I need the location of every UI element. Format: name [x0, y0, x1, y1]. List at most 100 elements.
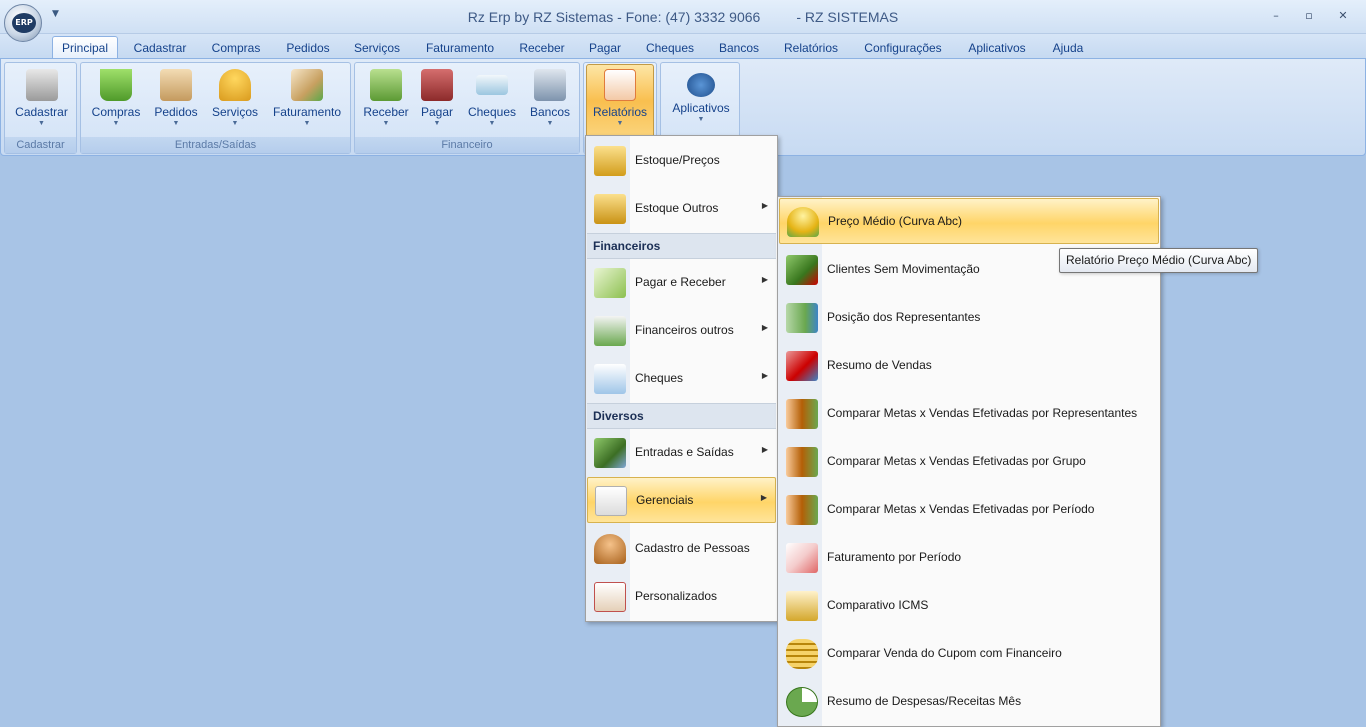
menu-item-preco-medio[interactable]: Preço Médio (Curva Abc) — [779, 198, 1159, 244]
servicos-button[interactable]: Serviços ▼ — [207, 65, 263, 137]
cheques-button-label: Cheques — [467, 105, 517, 119]
tooltip: Relatório Preço Médio (Curva Abc) — [1059, 248, 1259, 273]
aplicativos-button[interactable]: Aplicativos ▼ — [667, 65, 735, 137]
relatorios-menu: Estoque/Preços Estoque Outros ▶ Financei… — [585, 135, 778, 622]
group-label-financeiro: Financeiro — [355, 137, 579, 153]
dropdown-arrow-icon: ▼ — [112, 120, 120, 127]
erp-logo-icon: ERP — [12, 13, 36, 33]
bar-person-icon — [786, 303, 818, 333]
menu-item-cadastro-pessoas[interactable]: Cadastro de Pessoas — [587, 526, 776, 572]
pagar-button[interactable]: Pagar ▼ — [415, 65, 459, 137]
submenu-arrow-icon: ▶ — [761, 445, 768, 454]
cadastrar-button[interactable]: Cadastrar ▼ — [10, 65, 73, 137]
cheque-icon — [476, 75, 508, 95]
menu-item-entradas-saidas[interactable]: Entradas e Saídas ▶ — [587, 430, 776, 476]
gerenciais-submenu: Preço Médio (Curva Abc) Clientes Sem Mov… — [777, 196, 1161, 727]
menu-item-pagar-receber[interactable]: Pagar e Receber ▶ — [587, 260, 776, 306]
tab-ajuda[interactable]: Ajuda — [1044, 39, 1092, 59]
line-chart-icon — [595, 486, 627, 516]
calculator-money-icon — [594, 268, 626, 298]
coin-person-icon — [787, 207, 819, 237]
compras-button[interactable]: Compras ▼ — [87, 65, 145, 137]
tab-configuracoes[interactable]: Configurações — [856, 39, 950, 59]
cheque-icon — [594, 364, 626, 394]
tab-pedidos[interactable]: Pedidos — [280, 39, 336, 59]
coins-icon — [786, 639, 818, 669]
tab-servicos[interactable]: Serviços — [348, 39, 406, 59]
group-label-cadastrar: Cadastrar — [5, 137, 76, 153]
window-title: Rz Erp by RZ Sistemas - Fone: (47) 3332 … — [0, 9, 1366, 25]
bancos-button[interactable]: Bancos ▼ — [525, 65, 575, 137]
tab-bancos[interactable]: Bancos — [712, 39, 766, 59]
compras-button-label: Compras — [91, 105, 141, 119]
bank-icon — [534, 69, 566, 101]
dropdown-arrow-icon: ▼ — [38, 120, 45, 127]
submenu-arrow-icon: ▶ — [761, 275, 768, 284]
title-bar: ▼ Rz Erp by RZ Sistemas - Fone: (47) 333… — [0, 0, 1366, 34]
menu-item-venda-cupom-financeiro[interactable]: Comparar Venda do Cupom com Financeiro — [779, 631, 1159, 677]
menu-item-estoque-precos[interactable]: Estoque/Preços — [587, 138, 776, 184]
menu-item-label: Cadastro de Pessoas — [635, 541, 750, 555]
tab-faturamento[interactable]: Faturamento — [418, 39, 502, 59]
money-in-icon — [370, 69, 402, 101]
minimize-button[interactable]: – — [1265, 8, 1287, 24]
invoice-clock-icon — [786, 543, 818, 573]
servicos-button-label: Serviços — [211, 105, 258, 119]
receber-button[interactable]: Receber ▼ — [361, 65, 411, 137]
dropdown-arrow-icon: ▼ — [172, 120, 180, 127]
menu-item-personalizados[interactable]: Personalizados — [587, 574, 776, 620]
aplicativos-button-label: Aplicativos — [672, 101, 730, 115]
menu-item-financeiros-outros[interactable]: Financeiros outros ▶ — [587, 308, 776, 354]
menu-item-label: Estoque Outros — [635, 201, 719, 215]
tab-aplicativos[interactable]: Aplicativos — [962, 39, 1032, 59]
menu-item-faturamento-periodo[interactable]: Faturamento por Período — [779, 535, 1159, 581]
target-chart-icon — [786, 495, 818, 525]
menu-item-label: Comparar Metas x Vendas Efetivadas por R… — [827, 406, 1138, 420]
menu-item-label: Estoque/Preços — [635, 153, 720, 167]
relatorios-button[interactable]: Relatórios ▼ — [586, 64, 654, 138]
receber-button-label: Receber — [363, 105, 409, 119]
cheques-button[interactable]: Cheques ▼ — [463, 65, 521, 137]
menu-item-metas-representantes[interactable]: Comparar Metas x Vendas Efetivadas por R… — [779, 391, 1159, 437]
menu-item-resumo-vendas[interactable]: Resumo de Vendas — [779, 343, 1159, 389]
ribbon-tabs: Principal Cadastrar Compras Pedidos Serv… — [0, 34, 1366, 60]
menu-item-estoque-outros[interactable]: Estoque Outros ▶ — [587, 186, 776, 232]
transfer-icon — [594, 438, 626, 468]
restore-button[interactable]: ▫ — [1298, 8, 1320, 24]
menu-item-label: Resumo de Despesas/Receitas Mês — [827, 694, 1022, 708]
close-button[interactable]: ✕ — [1332, 8, 1354, 24]
menu-item-posicao-representantes[interactable]: Posição dos Representantes — [779, 295, 1159, 341]
tab-compras[interactable]: Compras — [204, 39, 268, 59]
dropdown-arrow-icon: ▼ — [488, 120, 496, 127]
target-chart-icon — [786, 399, 818, 429]
menu-item-gerenciais[interactable]: Gerenciais ▶ — [587, 477, 776, 523]
menu-item-metas-periodo[interactable]: Comparar Metas x Vendas Efetivadas por P… — [779, 487, 1159, 533]
menu-item-resumo-despesas-receitas[interactable]: Resumo de Despesas/Receitas Mês — [779, 679, 1159, 725]
tab-relatorios[interactable]: Relatórios — [778, 39, 844, 59]
pedidos-button[interactable]: Pedidos ▼ — [149, 65, 203, 137]
application-menu-button[interactable]: ERP — [4, 4, 42, 42]
menu-item-label: Preço Médio (Curva Abc) — [828, 214, 963, 228]
menu-item-label: Personalizados — [635, 589, 718, 603]
tab-cadastrar[interactable]: Cadastrar — [128, 39, 192, 59]
clipboard-icon — [160, 69, 192, 101]
group-cadastrar: Cadastrar ▼ Cadastrar — [4, 62, 77, 154]
faturamento-button[interactable]: Faturamento ▼ — [267, 65, 347, 137]
dropdown-arrow-icon: ▼ — [303, 120, 311, 127]
tab-receber[interactable]: Receber — [514, 39, 570, 59]
cabinet-icon — [25, 69, 58, 101]
tab-cheques[interactable]: Cheques — [640, 39, 700, 59]
tab-pagar[interactable]: Pagar — [582, 39, 628, 59]
relatorios-button-label: Relatórios — [592, 105, 648, 119]
bancos-button-label: Bancos — [529, 105, 571, 119]
menu-item-comparativo-icms[interactable]: Comparativo ICMS — [779, 583, 1159, 629]
menu-item-cheques[interactable]: Cheques ▶ — [587, 356, 776, 402]
box-icon — [594, 194, 626, 224]
menu-item-label: Financeiros outros — [635, 323, 734, 337]
window-title-suffix: - RZ SISTEMAS — [796, 9, 899, 25]
tab-principal[interactable]: Principal — [52, 36, 118, 60]
window-title-text: Rz Erp by RZ Sistemas - Fone: (47) 3332 … — [467, 9, 761, 25]
menu-item-metas-grupo[interactable]: Comparar Metas x Vendas Efetivadas por G… — [779, 439, 1159, 485]
dropdown-arrow-icon: ▼ — [231, 120, 239, 127]
menu-section-financeiros: Financeiros — [587, 233, 776, 259]
